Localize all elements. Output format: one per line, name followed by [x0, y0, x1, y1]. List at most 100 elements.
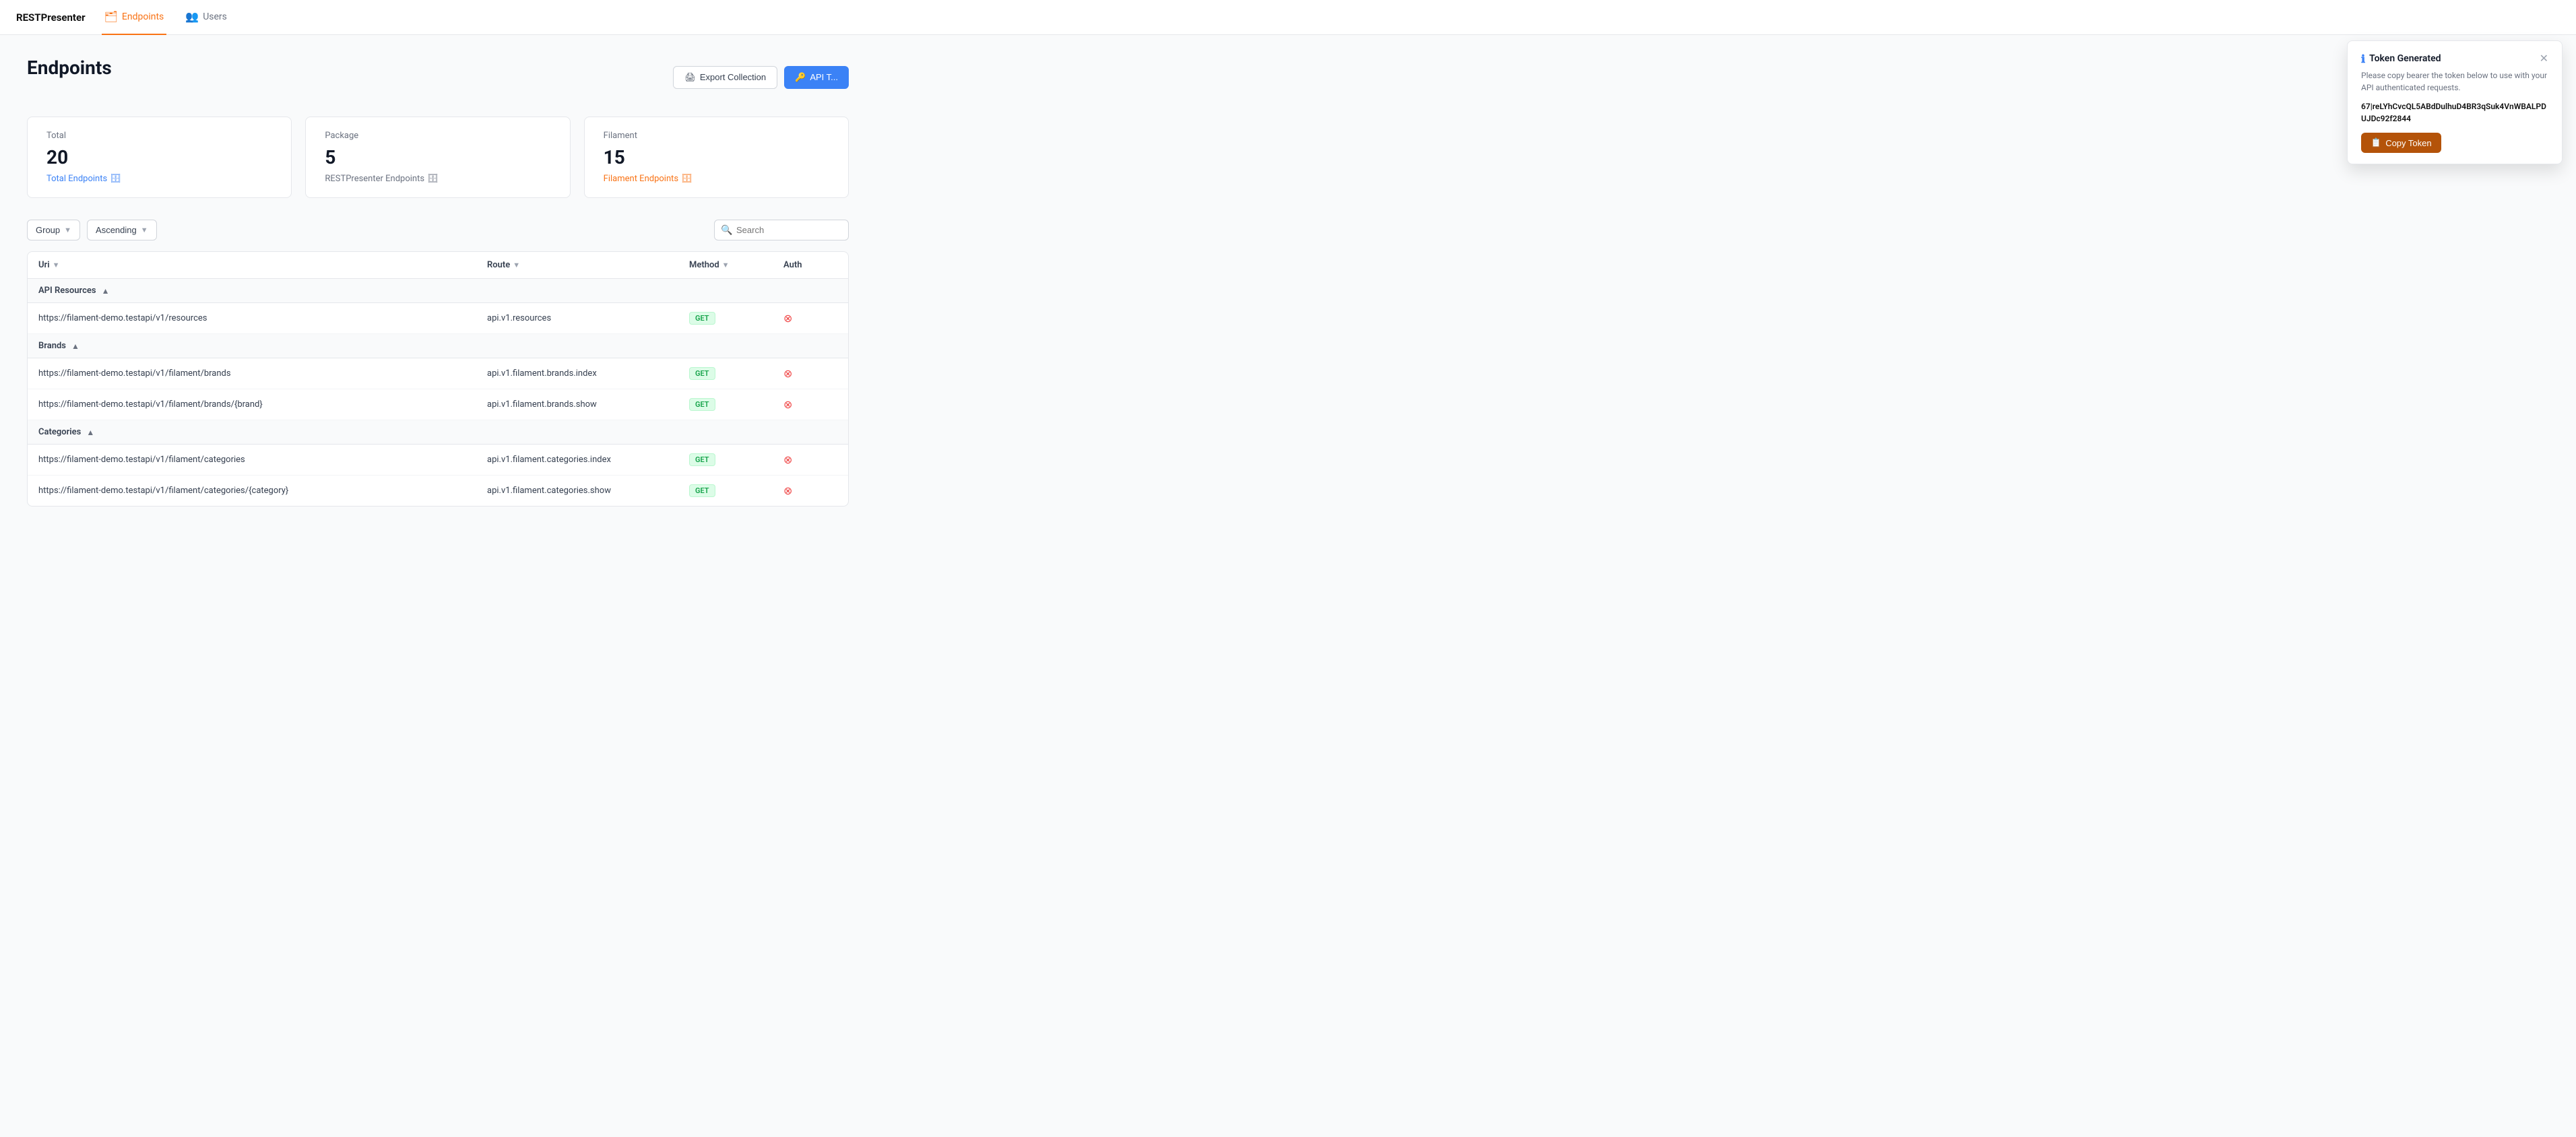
cell-route-1: api.v1.resources — [487, 313, 689, 323]
toast-header: ℹ Token Generated ✕ — [2361, 52, 2548, 65]
cell-auth-4: ⊗ — [783, 453, 837, 466]
method-badge-get-4: GET — [689, 453, 715, 466]
th-method[interactable]: Method ▼ — [689, 260, 783, 270]
copy-token-button[interactable]: 📋 Copy Token — [2361, 133, 2441, 153]
group-header-categories: Categories ▲ — [28, 420, 848, 445]
auth-icon-5: ⊗ — [783, 484, 792, 497]
chevron-down-icon-2: ▼ — [141, 226, 148, 234]
table-row[interactable]: https://filament-demo.testapi/v1/resourc… — [28, 303, 848, 334]
th-auth: Auth — [783, 260, 837, 270]
toast-close-button[interactable]: ✕ — [2540, 52, 2548, 65]
header-actions: 🖨 Export Collection 🔑 API T... — [673, 66, 849, 89]
chevron-up-icon-categories: ▲ — [86, 428, 94, 437]
page-header: Endpoints 🖨 Export Collection 🔑 API T... — [27, 57, 849, 98]
cell-method-4: GET — [689, 453, 783, 466]
method-badge-get-5: GET — [689, 484, 715, 497]
table-header: Uri ▼ Route ▼ Method ▼ Auth — [28, 252, 848, 279]
auth-icon-3: ⊗ — [783, 398, 792, 411]
app-brand: RESTPresenter — [16, 11, 86, 24]
sort-icon-uri: ▼ — [53, 261, 60, 269]
sort-icon-route: ▼ — [513, 261, 520, 269]
auth-icon-1: ⊗ — [783, 312, 792, 325]
cell-uri-4: https://filament-demo.testapi/v1/filamen… — [38, 455, 487, 465]
group-header-brands: Brands ▲ — [28, 334, 848, 358]
main-content: Endpoints 🖨 Export Collection 🔑 API T...… — [0, 35, 876, 528]
cell-auth-3: ⊗ — [783, 398, 837, 411]
table-row[interactable]: https://filament-demo.testapi/v1/filamen… — [28, 476, 848, 506]
token-toast: ℹ Token Generated ✕ Please copy bearer t… — [2347, 40, 2563, 164]
th-route[interactable]: Route ▼ — [487, 260, 689, 270]
chevron-down-icon: ▼ — [64, 226, 71, 234]
ascending-select[interactable]: Ascending ▼ — [87, 220, 157, 240]
stat-label-total: Total — [46, 131, 272, 141]
cell-uri-2: https://filament-demo.testapi/v1/filamen… — [38, 368, 487, 379]
copy-icon: 📋 — [2371, 137, 2381, 148]
stat-card-filament: Filament 15 Filament Endpoints 🗄 — [584, 117, 849, 198]
users-icon: 👥 — [185, 10, 199, 23]
cell-uri-1: https://filament-demo.testapi/v1/resourc… — [38, 313, 487, 323]
stat-label-filament: Filament — [604, 131, 829, 141]
group-label-brands: Brands — [38, 341, 66, 351]
toast-title: ℹ Token Generated — [2361, 53, 2441, 65]
page-title: Endpoints — [27, 57, 112, 79]
stat-link-total[interactable]: Total Endpoints 🗄 — [46, 174, 272, 184]
group-label-categories: Categories — [38, 427, 81, 437]
cell-method-5: GET — [689, 484, 783, 497]
search-input[interactable] — [714, 220, 849, 240]
cell-route-2: api.v1.filament.brands.index — [487, 368, 689, 379]
table-row[interactable]: https://filament-demo.testapi/v1/filamen… — [28, 358, 848, 389]
navigation: RESTPresenter 🗂 Endpoints 👥 Users — [0, 0, 2576, 35]
stat-card-package: Package 5 RESTPresenter Endpoints 🗄 — [305, 117, 570, 198]
table-row[interactable]: https://filament-demo.testapi/v1/filamen… — [28, 445, 848, 476]
search-wrapper: 🔍 — [714, 220, 849, 240]
server-icon-filament: 🗄 — [681, 174, 693, 184]
stat-card-total: Total 20 Total Endpoints 🗄 — [27, 117, 292, 198]
nav-item-users[interactable]: 👥 Users — [183, 0, 230, 35]
stat-link-package[interactable]: RESTPresenter Endpoints 🗄 — [325, 174, 550, 184]
export-icon: 🖨 — [684, 72, 696, 83]
cell-auth-5: ⊗ — [783, 484, 837, 497]
stat-value-filament: 15 — [604, 146, 829, 168]
stat-value-package: 5 — [325, 146, 550, 168]
toast-description: Please copy bearer the token below to us… — [2361, 69, 2548, 94]
cell-route-4: api.v1.filament.categories.index — [487, 455, 689, 465]
group-select[interactable]: Group ▼ — [27, 220, 80, 240]
endpoints-table: Uri ▼ Route ▼ Method ▼ Auth API Resource… — [27, 251, 849, 507]
chevron-up-icon-api: ▲ — [102, 286, 110, 296]
cell-auth-2: ⊗ — [783, 367, 837, 380]
key-icon: 🔑 — [795, 72, 806, 83]
chevron-up-icon-brands: ▲ — [71, 342, 79, 351]
group-header-api-resources: API Resources ▲ — [28, 279, 848, 303]
auth-icon-4: ⊗ — [783, 453, 792, 466]
toolbar: Group ▼ Ascending ▼ 🔍 — [27, 220, 849, 240]
cell-auth-1: ⊗ — [783, 312, 837, 325]
stats-row: Total 20 Total Endpoints 🗄 Package 5 RES… — [27, 117, 849, 198]
api-token-button[interactable]: 🔑 API T... — [784, 66, 849, 89]
nav-item-endpoints[interactable]: 🗂 Endpoints — [102, 0, 167, 35]
server-icon-package: 🗄 — [427, 174, 439, 184]
method-badge-get: GET — [689, 312, 715, 325]
th-uri[interactable]: Uri ▼ — [38, 260, 487, 270]
stat-link-filament[interactable]: Filament Endpoints 🗄 — [604, 174, 829, 184]
group-label-api-resources: API Resources — [38, 286, 96, 296]
method-badge-get-3: GET — [689, 398, 715, 411]
cell-route-5: api.v1.filament.categories.show — [487, 486, 689, 496]
cell-route-3: api.v1.filament.brands.show — [487, 399, 689, 410]
endpoints-icon: 🗂 — [104, 10, 118, 23]
method-badge-get-2: GET — [689, 367, 715, 380]
auth-icon-2: ⊗ — [783, 367, 792, 380]
export-collection-button[interactable]: 🖨 Export Collection — [673, 66, 777, 89]
info-icon: ℹ — [2361, 53, 2365, 65]
table-row[interactable]: https://filament-demo.testapi/v1/filamen… — [28, 389, 848, 420]
cell-method-3: GET — [689, 398, 783, 411]
server-icon-total: 🗄 — [110, 174, 121, 184]
stat-value-total: 20 — [46, 146, 272, 168]
toast-token-value: 67|reLYhCvcQL5ABdDulhuD4BR3qSuk4VnWBALPD… — [2361, 100, 2548, 125]
sort-icon-method: ▼ — [722, 261, 730, 269]
search-icon: 🔍 — [721, 225, 732, 236]
cell-uri-3: https://filament-demo.testapi/v1/filamen… — [38, 399, 487, 410]
stat-label-package: Package — [325, 131, 550, 141]
cell-method-2: GET — [689, 367, 783, 380]
cell-uri-5: https://filament-demo.testapi/v1/filamen… — [38, 486, 487, 496]
cell-method-1: GET — [689, 312, 783, 325]
